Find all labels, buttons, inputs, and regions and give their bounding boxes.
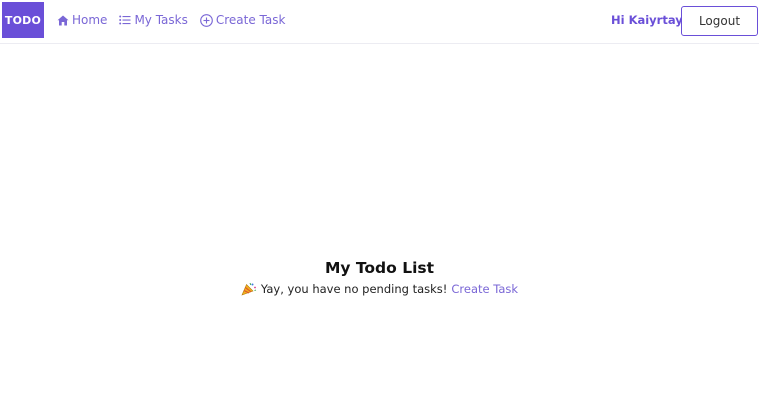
navbar: TODO Home My Tasks Create Task Hi Kaiyrt…	[0, 0, 759, 44]
nav-links: Home My Tasks Create Task	[57, 0, 285, 40]
nav-link-my-tasks[interactable]: My Tasks	[119, 13, 188, 27]
nav-link-label: My Tasks	[134, 13, 188, 27]
page-title: My Todo List	[324, 259, 435, 277]
nav-link-create-task[interactable]: Create Task	[200, 13, 286, 27]
home-icon	[57, 15, 69, 26]
brand-logo[interactable]: TODO	[2, 2, 44, 38]
list-icon	[119, 15, 131, 25]
party-popper-icon	[241, 282, 257, 296]
nav-link-label: Create Task	[215, 13, 286, 27]
main-content: My Todo List Yay, you have no pending ta…	[0, 255, 759, 296]
empty-state-text: Yay, you have no pending tasks!	[260, 282, 448, 296]
nav-link-home[interactable]: Home	[57, 13, 107, 27]
plus-circle-icon	[200, 13, 213, 27]
empty-state-message: Yay, you have no pending tasks! Create T…	[0, 282, 759, 296]
user-greeting: Hi Kaiyrtay	[611, 13, 683, 27]
create-task-link[interactable]: Create Task	[451, 282, 518, 296]
nav-link-label: Home	[72, 13, 108, 27]
logout-button[interactable]: Logout	[681, 6, 758, 36]
